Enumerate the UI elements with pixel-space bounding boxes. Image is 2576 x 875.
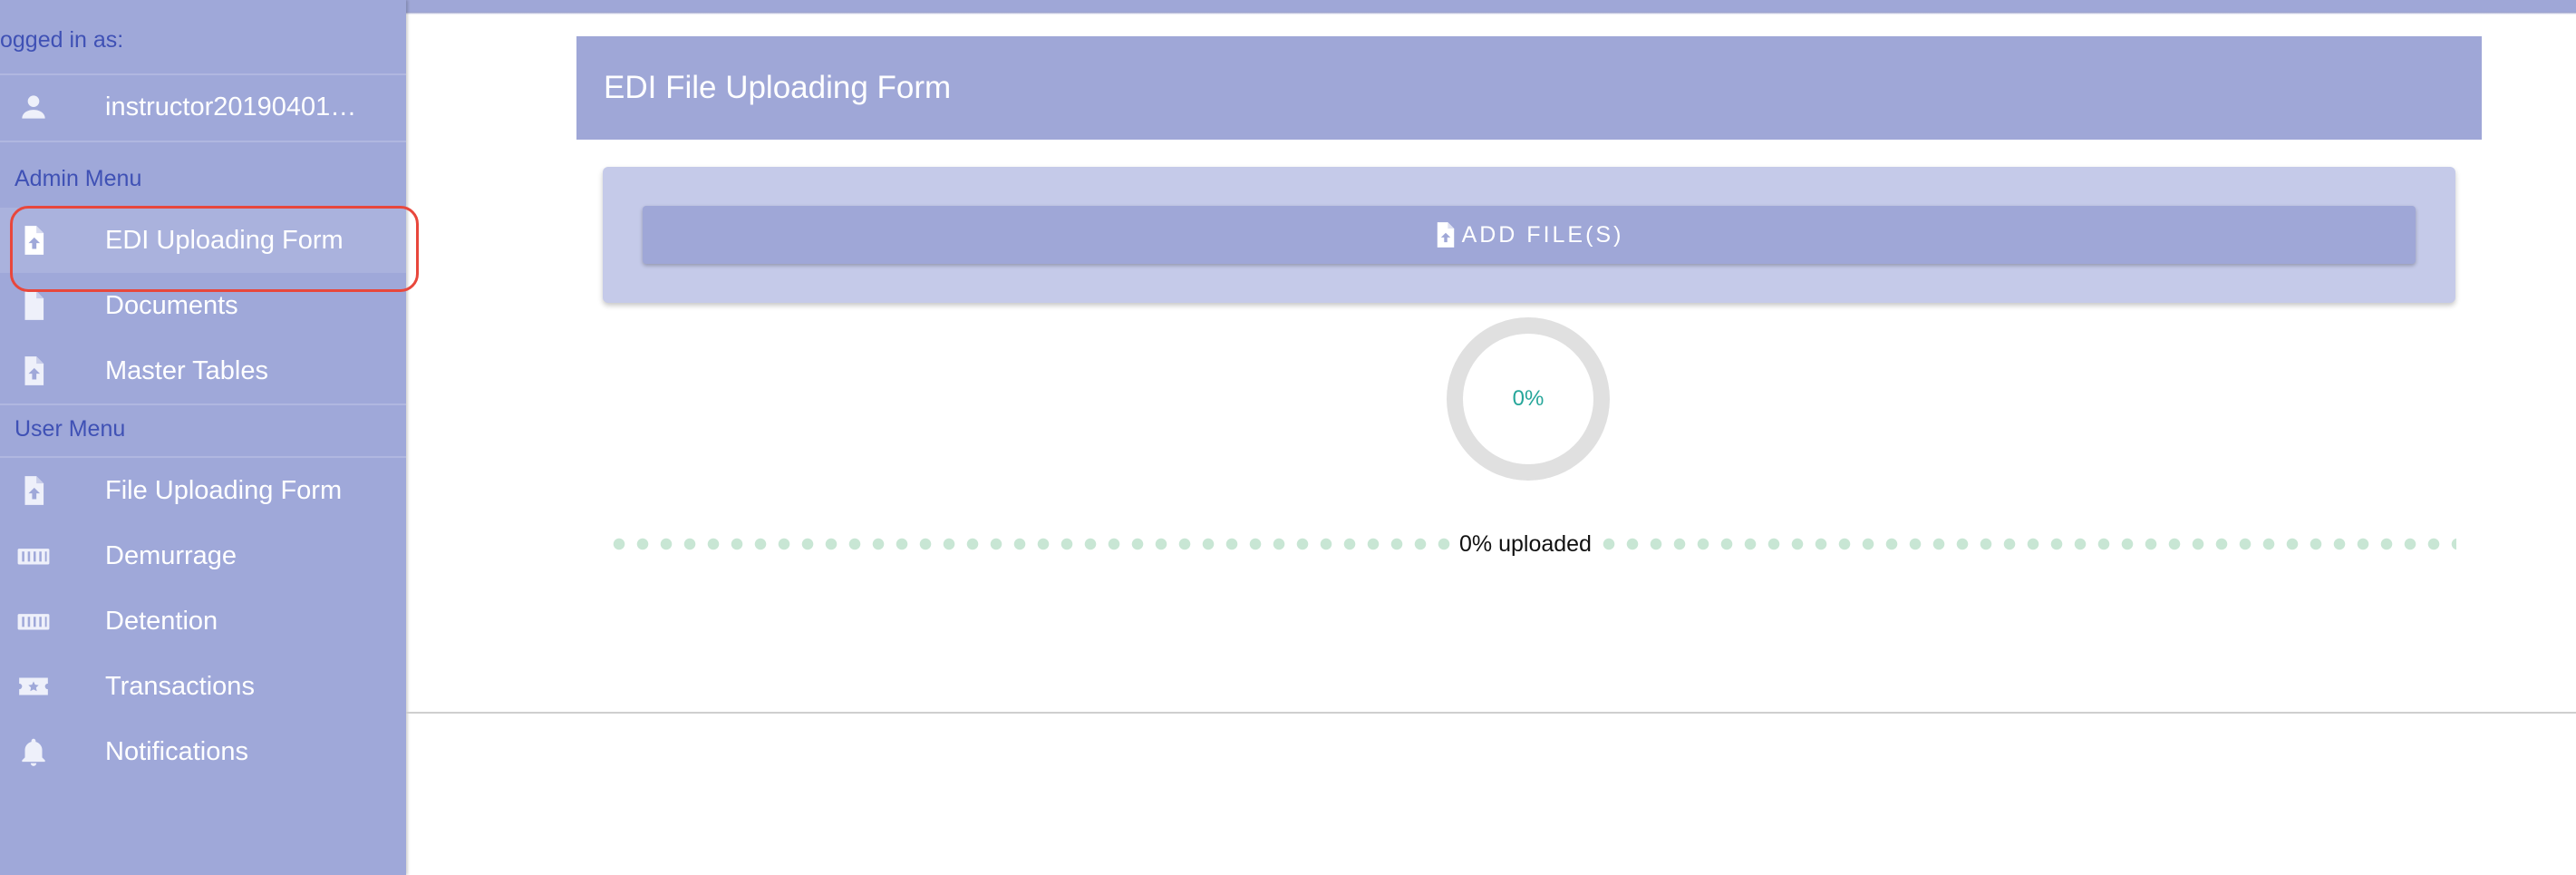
sidebar-item-label: Master Tables — [105, 356, 268, 385]
sidebar-item-file-uploading-form[interactable]: File Uploading Form — [0, 458, 406, 523]
container-icon — [16, 604, 51, 638]
sidebar-item-transactions[interactable]: Transactions — [0, 654, 406, 719]
sidebar-item-label: Demurrage — [105, 541, 237, 570]
username-label: instructor20190401… — [105, 92, 357, 122]
upload-card: ADD FILE(S) — [603, 167, 2455, 303]
file-icon — [16, 288, 51, 323]
sidebar-item-detention[interactable]: Detention — [0, 588, 406, 654]
annotation-highlight — [10, 206, 419, 292]
sidebar-item-demurrage[interactable]: Demurrage — [0, 523, 406, 588]
sidebar-divider — [0, 403, 406, 405]
admin-menu-title: Admin Menu — [15, 166, 142, 191]
add-files-label: ADD FILE(S) — [1461, 221, 1624, 248]
sidebar-user-account[interactable]: instructor20190401… — [0, 74, 406, 140]
form-header: EDI File Uploading Form — [576, 36, 2482, 140]
page-title: EDI File Uploading Form — [604, 70, 952, 105]
ticket-star-icon — [16, 669, 51, 704]
content-divider — [406, 712, 2576, 714]
sidebar-item-master-tables[interactable]: Master Tables — [0, 338, 406, 403]
add-files-button[interactable]: ADD FILE(S) — [643, 206, 2416, 264]
bell-icon — [16, 734, 51, 769]
user-menu-title: User Menu — [15, 416, 126, 442]
person-icon — [16, 90, 51, 124]
sidebar-divider — [0, 141, 406, 142]
sidebar-item-label: Notifications — [105, 737, 248, 766]
file-upload-icon — [16, 354, 51, 388]
sidebar-item-notifications[interactable]: Notifications — [0, 719, 406, 784]
logged-in-label: ogged in as: — [0, 27, 124, 53]
file-upload-icon — [16, 473, 51, 508]
progress-percent: 0% — [1512, 386, 1545, 411]
sidebar-item-label: File Uploading Form — [105, 476, 343, 505]
sidebar: ogged in as: instructor20190401… Admin M… — [0, 0, 406, 875]
upload-status: 0% uploaded — [1457, 528, 1593, 560]
sidebar-item-label: Detention — [105, 607, 218, 636]
container-icon — [16, 539, 51, 573]
sidebar-item-label: Transactions — [105, 672, 255, 701]
file-upload-icon — [1437, 222, 1454, 248]
